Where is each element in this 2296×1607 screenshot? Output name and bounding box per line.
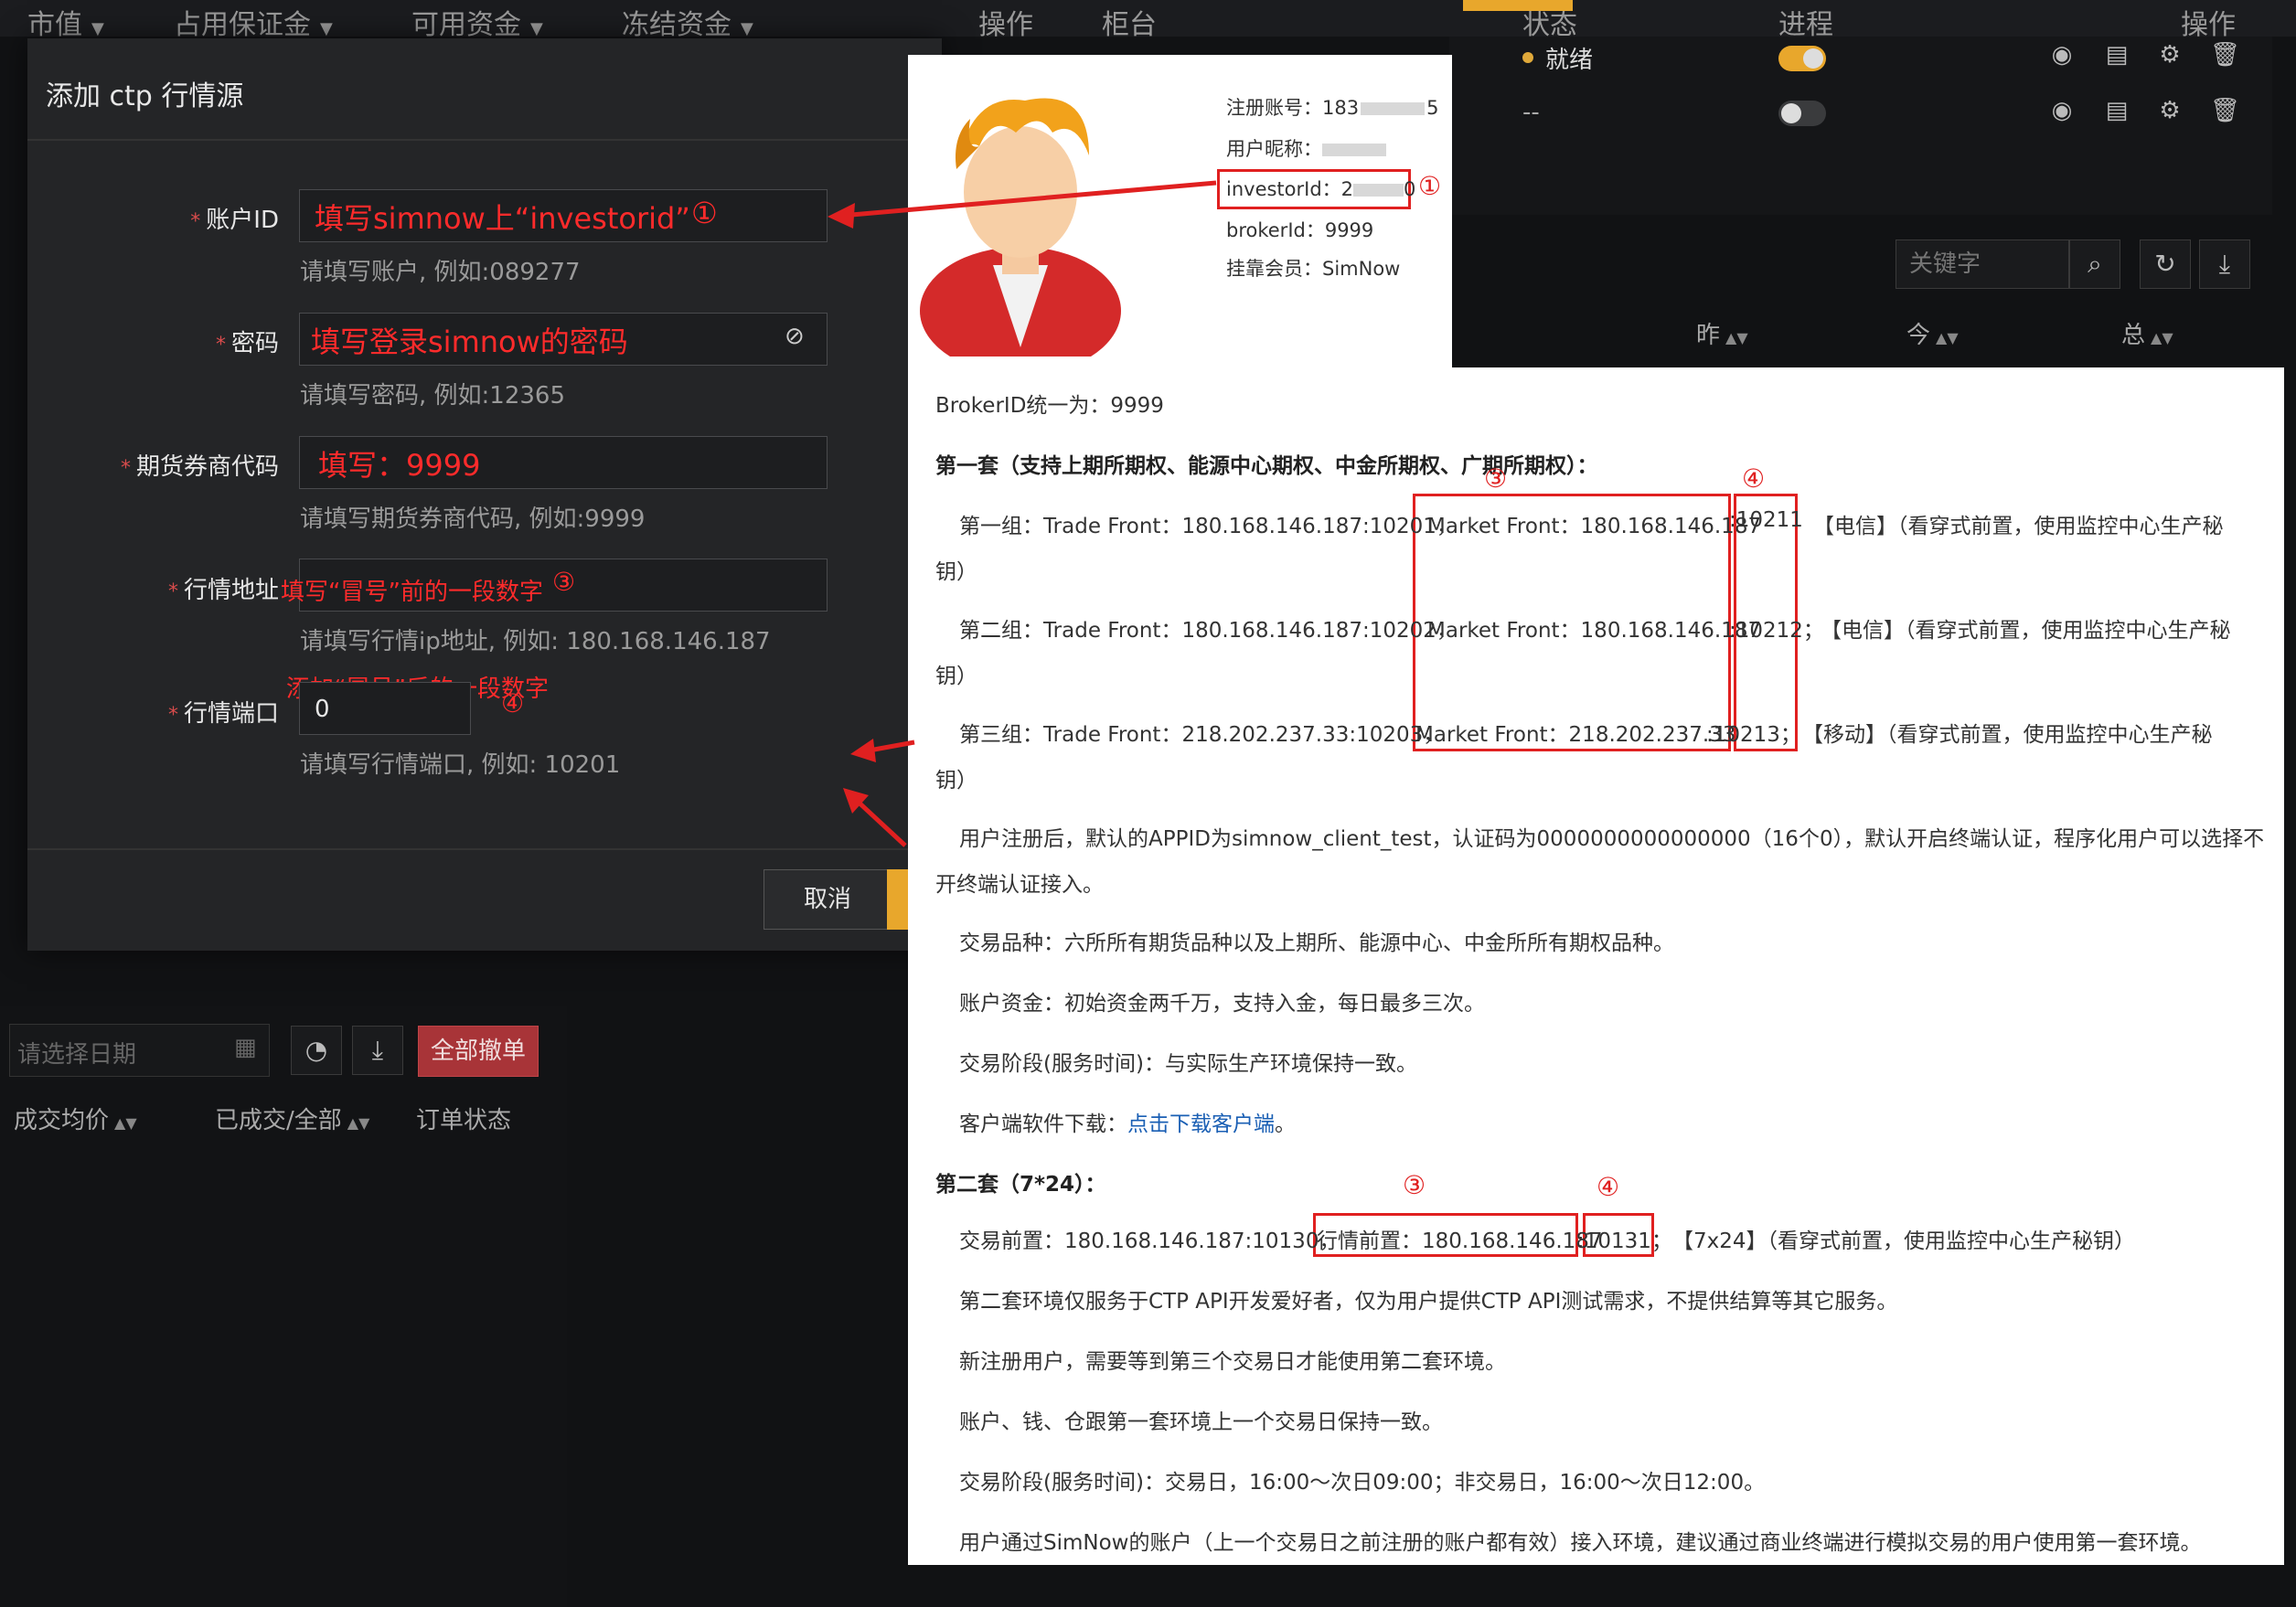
- arrow-investor: [840, 180, 1217, 218]
- arrow-address-head: [850, 739, 876, 762]
- arrow-investor-head: [828, 203, 855, 229]
- arrow-port: [853, 797, 907, 847]
- annotation-arrows: [828, 180, 1217, 847]
